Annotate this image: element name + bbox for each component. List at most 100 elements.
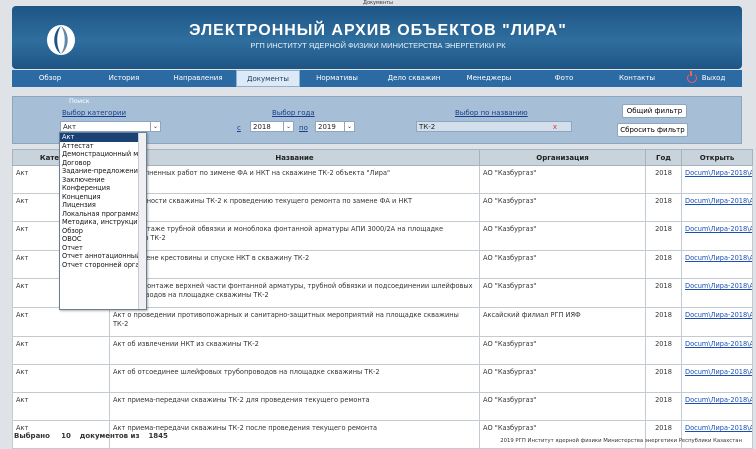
- cell-open-link[interactable]: Docum\Лира-2018\Акт-: [681, 277, 753, 309]
- table-row[interactable]: Акт Акт о проведении противопожарных и са…: [12, 307, 753, 338]
- cell-organization: АО "Казбургаз": [479, 277, 646, 309]
- cell-category: Акт: [12, 364, 110, 394]
- table-row[interactable]: Акт Акт приема-передачи скважины ТК-2 для…: [12, 392, 753, 421]
- year-to-value: 2019: [318, 123, 336, 131]
- cell-year: 2018: [645, 307, 682, 338]
- category-select[interactable]: Акт ⌄: [60, 121, 161, 132]
- column-header[interactable]: Название: [109, 149, 480, 166]
- cell-year: 2018: [645, 249, 682, 279]
- nav-exit-label: Выход: [701, 74, 726, 82]
- dropdown-option[interactable]: Заключение: [60, 176, 146, 185]
- dropdown-option[interactable]: Методика, инструкция: [60, 218, 146, 227]
- dropdown-option[interactable]: Отчет сторонней органи: [60, 261, 146, 270]
- cell-title: Акт о замене крестовины и спуске НКТ в с…: [109, 249, 480, 279]
- nav-well-records[interactable]: Дело скважин: [374, 70, 454, 87]
- cell-organization: АО "Казбургаз": [479, 336, 646, 366]
- nav-history[interactable]: История: [88, 70, 160, 87]
- dropdown-option[interactable]: Отчет: [60, 244, 146, 253]
- nav-documents[interactable]: Документы: [236, 70, 300, 87]
- chevron-down-icon[interactable]: ⌄: [344, 122, 354, 131]
- dropdown-option[interactable]: Задание-предложение: [60, 167, 146, 176]
- category-value: Акт: [63, 123, 77, 131]
- cell-year: 2018: [645, 220, 682, 251]
- nav-directions[interactable]: Направления: [160, 70, 236, 87]
- nav-contacts[interactable]: Контакты: [604, 70, 670, 87]
- table-row[interactable]: Акт Акт об отсоединее шлейфовых трубопров…: [12, 364, 753, 394]
- cell-open-link[interactable]: Docum\Лира-2018\Акт-: [681, 336, 753, 366]
- cell-organization: АО "Казбургаз": [479, 165, 646, 194]
- dropdown-items: Акт Аттестат Демонстрационный мат Договор За…: [60, 133, 146, 269]
- cell-year: 2018: [645, 277, 682, 309]
- category-dropdown-list[interactable]: Акт Аттестат Демонстрационный мат Договор За…: [59, 132, 147, 310]
- cell-organization: АО "Казбургаз": [479, 192, 646, 222]
- nav-standards[interactable]: Нормативы: [300, 70, 374, 87]
- name-label[interactable]: Выбор по названию: [455, 109, 528, 117]
- name-search-value: ТК-2: [419, 123, 436, 131]
- cell-organization: АО "Казбургаз": [479, 419, 646, 449]
- dropdown-option[interactable]: Акт: [60, 133, 146, 142]
- year-label[interactable]: Выбор года: [272, 109, 315, 117]
- cell-year: 2018: [645, 192, 682, 222]
- clear-icon[interactable]: x: [553, 122, 557, 132]
- cell-open-link[interactable]: Docum\Лира-2018\Акт-: [681, 307, 753, 338]
- dropdown-option[interactable]: ОВОС: [60, 235, 146, 244]
- chevron-down-icon[interactable]: ⌄: [150, 122, 160, 131]
- of-label: документов из: [79, 432, 140, 440]
- cell-organization: АО "Казбургаз": [479, 392, 646, 421]
- year-from-select[interactable]: 2018 ⌄: [250, 121, 294, 132]
- cell-title: Акт о проведении противопожарных и санит…: [109, 307, 480, 338]
- cell-title: Акт готовности скважины ТК-2 к проведени…: [109, 192, 480, 222]
- cell-open-link[interactable]: Docum\Лира-2018\Акт-: [681, 249, 753, 279]
- cell-open-link[interactable]: Docum\Лира-2018\Акт-: [681, 419, 753, 449]
- cell-organization: АО "Казбургаз": [479, 364, 646, 394]
- power-icon: [686, 71, 697, 83]
- cell-title: Акт выполненных работ по зимене ФА и НКТ…: [109, 165, 480, 194]
- name-search-input[interactable]: ТК-2 x: [416, 121, 572, 132]
- column-header[interactable]: Открыть: [681, 149, 753, 166]
- dropdown-option[interactable]: Отчет аннотационный: [60, 252, 146, 261]
- cell-open-link[interactable]: Docum\Лира-2018\Акт-: [681, 220, 753, 251]
- dropdown-option[interactable]: Локальная программа: [60, 210, 146, 219]
- cell-year: 2018: [645, 392, 682, 421]
- app-subtitle: РГП ИНСТИТУТ ЯДЕРНОЙ ФИЗИКИ МИНИСТЕРСТВА…: [250, 41, 506, 50]
- year-to-select[interactable]: 2019 ⌄: [315, 121, 355, 132]
- cell-category: Акт: [12, 392, 110, 421]
- dropdown-scrollbar[interactable]: [138, 133, 146, 309]
- cell-open-link[interactable]: Docum\Лира-2018\Акт-: [681, 192, 753, 222]
- main-nav: Обзор История Направления Документы Норм…: [12, 70, 742, 87]
- dropdown-option[interactable]: Аттестат: [60, 142, 146, 151]
- nav-exit[interactable]: Выход: [670, 70, 742, 87]
- nav-managers[interactable]: Менеджеры: [454, 70, 524, 87]
- table-row[interactable]: Акт Акт об извлечении НКТ из скважины ТК-…: [12, 336, 753, 366]
- cell-year: 2018: [645, 336, 682, 366]
- cell-category: Акт: [12, 307, 110, 338]
- column-header[interactable]: Год: [645, 149, 682, 166]
- dropdown-option[interactable]: Конференция: [60, 184, 146, 193]
- general-filter-button[interactable]: Общий фильтр: [622, 104, 687, 118]
- search-legend: Поиск: [69, 97, 90, 105]
- year-to-label: по: [299, 124, 308, 132]
- dropdown-option[interactable]: Обзор: [60, 227, 146, 236]
- cell-open-link[interactable]: Docum\Лира-2018\Акт-: [681, 165, 753, 194]
- dropdown-option[interactable]: Лицензия: [60, 201, 146, 210]
- cell-title: Акт о демонтаже верхней части фонтанной …: [109, 277, 480, 309]
- cell-title: Акт приема-передачи скважины ТК-2 для пр…: [109, 392, 480, 421]
- cell-year: 2018: [645, 165, 682, 194]
- dropdown-option[interactable]: Концепция: [60, 193, 146, 202]
- nav-photo[interactable]: Фото: [524, 70, 604, 87]
- cell-year: 2018: [645, 364, 682, 394]
- dropdown-option[interactable]: Договор: [60, 159, 146, 168]
- reset-filter-button[interactable]: Сбросить фильтр: [617, 123, 688, 137]
- result-count: Выбрано 10 документов из 1845: [14, 432, 168, 440]
- column-header[interactable]: Организация: [479, 149, 646, 166]
- cell-year: 2018: [645, 419, 682, 449]
- nav-overview[interactable]: Обзор: [12, 70, 88, 87]
- category-label[interactable]: Выбор категории: [62, 109, 126, 117]
- total-count: 1845: [148, 432, 168, 440]
- cell-open-link[interactable]: Docum\Лира-2018\Акт-: [681, 364, 753, 394]
- cell-title: Акт о монтаже трубной обвязки и моноблок…: [109, 220, 480, 251]
- chevron-down-icon[interactable]: ⌄: [283, 122, 293, 131]
- cell-open-link[interactable]: Docum\Лира-2018\Акт-: [681, 392, 753, 421]
- cell-category: Акт: [12, 336, 110, 366]
- dropdown-option[interactable]: Демонстрационный мат: [60, 150, 146, 159]
